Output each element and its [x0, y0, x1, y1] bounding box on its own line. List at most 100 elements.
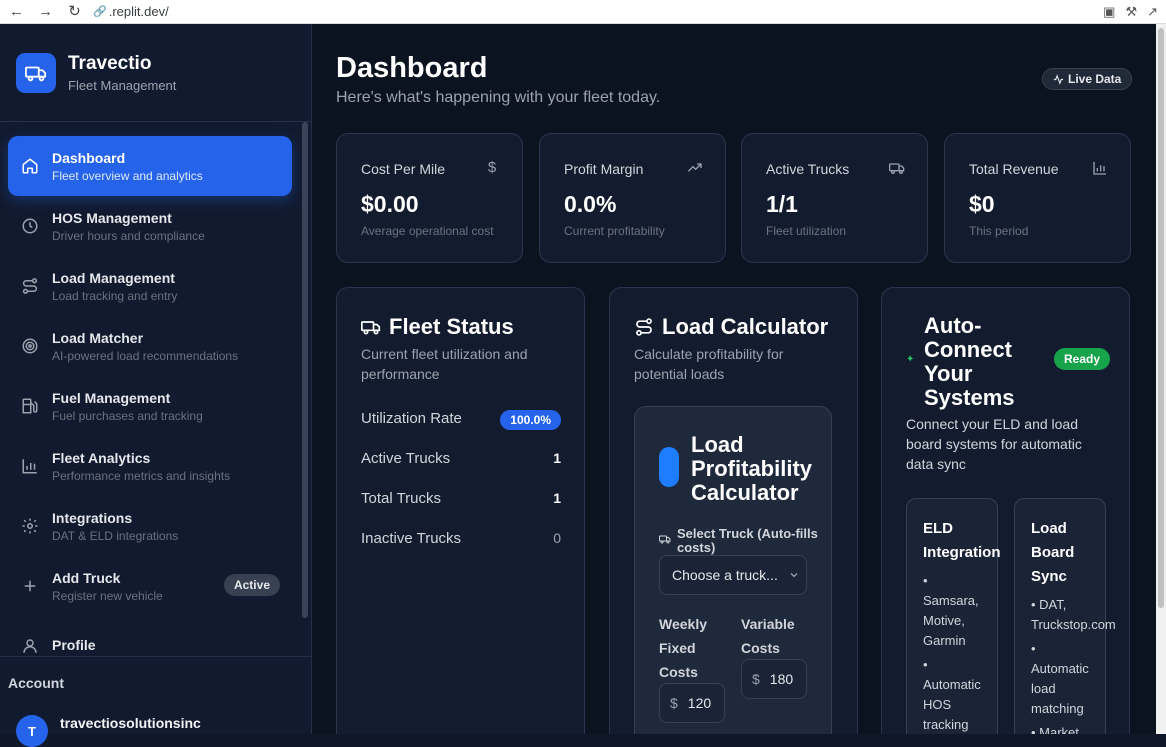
live-data-badge: Live Data: [1042, 68, 1133, 90]
load-board-bullet: • Market: [1031, 723, 1131, 734]
sidebar-item-desc: Fuel purchases and tracking: [52, 408, 203, 423]
sidebar-item-label: Load Matcher: [52, 329, 144, 346]
clock-icon: [20, 216, 40, 236]
select-truck-label: Select Truck (Auto-fills costs): [659, 527, 819, 555]
activity-icon: [1053, 73, 1064, 85]
truck-icon: [361, 321, 381, 335]
truck-icon: [659, 535, 671, 544]
reload-icon[interactable]: ↻: [60, 2, 89, 22]
target-icon: [20, 336, 40, 356]
sidebar-item-add-truck[interactable]: Add Truck Register new vehicle Active: [8, 556, 292, 616]
sidebar-item-analytics[interactable]: Fleet Analytics Performance metrics and i…: [8, 436, 292, 496]
wrench-icon[interactable]: ⚒: [1125, 4, 1137, 20]
sidebar-item-desc: Fleet overview and analytics: [52, 168, 203, 183]
row-value: 1: [553, 490, 561, 506]
weekly-fixed-costs-input[interactable]: $ 120: [659, 683, 725, 723]
sidebar-item-label: Load Management: [52, 269, 175, 286]
truck-logo-icon: [16, 52, 56, 93]
select-value: Choose a truck...: [672, 567, 778, 583]
back-icon[interactable]: ←: [2, 2, 31, 22]
input-value: 120: [687, 695, 712, 711]
select-truck-text: Select Truck (Auto-fills costs): [677, 526, 818, 555]
devices-icon[interactable]: ▣: [1103, 4, 1115, 20]
browser-nav: ← → ↻: [0, 2, 89, 22]
eld-bullet: Samsara, Motive, Garmin: [923, 593, 979, 648]
route-icon: [636, 318, 652, 336]
eld-integration-card[interactable]: ELD Integration • Samsara, Motive, Garmi…: [906, 498, 1001, 734]
variable-costs-input[interactable]: $ 180: [741, 659, 807, 699]
fleet-row-inactive: Inactive Trucks 0: [361, 530, 561, 547]
sidebar-item-fuel[interactable]: Fuel Management Fuel purchases and tracki…: [8, 376, 292, 436]
sidebar-nav: Dashboard Fleet overview and analytics HO…: [8, 136, 292, 676]
stat-caption: Average operational cost: [361, 224, 494, 238]
fleet-status-title: Fleet Status: [361, 314, 514, 340]
sidebar-item-desc: DAT & ELD integrations: [52, 528, 179, 543]
address-bar[interactable]: 🔗 .replit.dev/: [93, 4, 169, 19]
eld-bullet: Automatic HOS tracking: [923, 677, 981, 732]
row-value: 0: [553, 530, 561, 546]
link-icon: 🔗: [93, 6, 107, 18]
url-text: .replit.dev/: [108, 4, 169, 19]
fuel-icon: [20, 396, 40, 416]
sidebar-item-desc: Performance metrics and insights: [52, 468, 231, 483]
sidebar-item-label: Dashboard: [52, 149, 126, 166]
fleet-row-active: Active Trucks 1: [361, 450, 561, 467]
account-name: travectiosolutionsinc: [60, 715, 201, 731]
calculator-accent: [659, 447, 679, 487]
sidebar-scrollbar[interactable]: [302, 122, 310, 622]
sidebar-item-label: Fuel Management: [52, 389, 171, 406]
stat-label: Total Revenue: [969, 161, 1059, 177]
fleet-row-total: Total Trucks 1: [361, 490, 561, 507]
sidebar-item-load-management[interactable]: Load Management Load tracking and entry: [8, 256, 292, 316]
stat-caption: Current profitability: [564, 224, 665, 238]
sidebar-item-label: Fleet Analytics: [52, 449, 151, 466]
load-calculator-title: Load Calculator: [634, 314, 828, 340]
auto-connect-title: Auto-Connect Your Systems: [924, 313, 1015, 410]
sidebar-item-load-matcher[interactable]: Load Matcher AI-powered load recommendati…: [8, 316, 292, 376]
stat-value: 1/1: [766, 191, 798, 217]
account-label: Account: [8, 675, 64, 691]
bar-chart-icon: [1092, 160, 1108, 176]
stat-card-profit-margin: Profit Margin 0.0% Current profitability: [539, 133, 726, 263]
page-scrollbar[interactable]: [1156, 24, 1166, 734]
forward-icon[interactable]: →: [31, 2, 60, 22]
load-board-bullet: Automatic load matching: [1031, 661, 1089, 716]
row-value: 1: [553, 450, 561, 466]
fleet-row-utilization: Utilization Rate 100.0%: [361, 410, 561, 430]
truck-icon: [889, 160, 905, 176]
currency-symbol: $: [670, 695, 678, 711]
live-data-label: Live Data: [1068, 72, 1122, 86]
user-icon: [20, 636, 40, 656]
stat-label: Cost Per Mile: [361, 161, 446, 177]
plus-icon: [20, 576, 40, 596]
load-board-sync-card[interactable]: Load Board Sync • DAT, Truckstop.com • A…: [1014, 498, 1116, 734]
panel-title-text: Load Calculator: [662, 314, 829, 339]
ready-badge: Ready: [1054, 348, 1111, 370]
chevron-down-icon: [790, 573, 798, 578]
sidebar-item-dashboard[interactable]: Dashboard Fleet overview and analytics: [8, 136, 292, 196]
panel-description: Calculate profitability for potential lo…: [634, 346, 784, 382]
bullet-dot: •: [923, 657, 928, 672]
trending-up-icon: [687, 160, 703, 176]
page-subtitle: Here's what's happening with your fleet …: [336, 89, 661, 106]
sidebar-item-label: Integrations: [52, 509, 133, 526]
external-link-icon[interactable]: ↗: [1147, 4, 1158, 20]
gear-icon: [20, 516, 40, 536]
sidebar-item-desc: AI-powered load recommendations: [52, 348, 239, 363]
row-label: Inactive Trucks: [361, 530, 462, 547]
dollar-icon: $: [487, 159, 497, 176]
sidebar-item-label: Add Truck: [52, 569, 121, 586]
sidebar-item-label: Profile: [52, 636, 96, 653]
sidebar-item-integrations[interactable]: Integrations DAT & ELD integrations: [8, 496, 292, 556]
sidebar-item-hos[interactable]: HOS Management Driver hours and complianc…: [8, 196, 292, 256]
avatar[interactable]: T: [16, 715, 48, 747]
auto-connect-panel: ✦ Auto-Connect Your Systems Ready Connec…: [881, 287, 1130, 734]
variable-costs-label: Variable Costs: [741, 616, 795, 656]
truck-select[interactable]: Choose a truck...: [659, 555, 807, 595]
bullet-dot: •: [1031, 641, 1036, 656]
stat-caption: Fleet utilization: [766, 224, 847, 238]
stat-label: Profit Margin: [564, 161, 644, 177]
brand: Travectio Fleet Management: [0, 24, 311, 122]
stat-caption: This period: [969, 224, 1029, 238]
sidebar-item-desc: Driver hours and compliance: [52, 228, 205, 243]
